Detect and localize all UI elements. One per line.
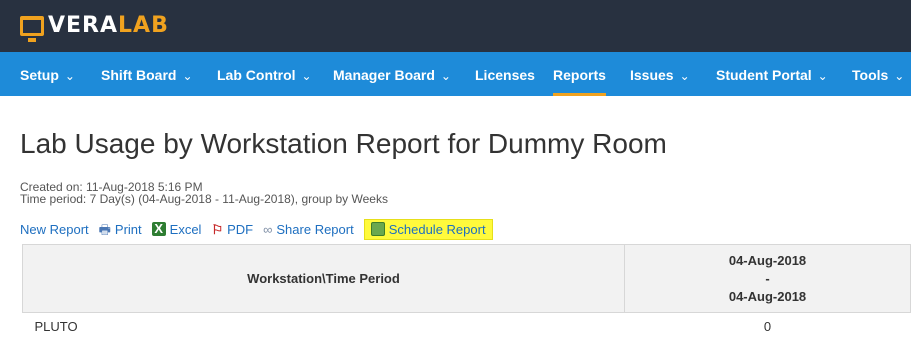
period-start: 04-Aug-2018 xyxy=(728,252,807,268)
excel-icon: X xyxy=(151,222,166,236)
chevron-down-icon: ⌄ xyxy=(440,69,451,83)
share-report-link[interactable]: ∞ Share Report xyxy=(263,222,354,237)
nav-student-portal[interactable]: Student Portal ⌄ xyxy=(716,52,828,96)
period-end: 04-Aug-2018 xyxy=(728,288,807,304)
nav-issues[interactable]: Issues ⌄ xyxy=(630,52,690,96)
logo-text-vera: VERA xyxy=(48,13,119,38)
nav-shift-board[interactable]: Shift Board ⌄ xyxy=(101,52,193,96)
pdf-icon: ⚐ xyxy=(211,221,224,237)
nav-setup-label: Setup xyxy=(20,67,59,83)
nav-lab-control[interactable]: Lab Control ⌄ xyxy=(217,52,312,96)
page-title: Lab Usage by Workstation Report for Dumm… xyxy=(20,128,667,159)
nav-licenses-label: Licenses xyxy=(475,67,535,83)
printer-icon: 🖶 xyxy=(98,221,111,237)
nav-tools-label: Tools xyxy=(852,67,889,83)
nav-reports-label: Reports xyxy=(553,67,606,83)
nav-issues-label: Issues xyxy=(630,67,674,83)
usage-value-cell: 0 xyxy=(624,312,911,338)
logo-text: VERALAB xyxy=(48,13,169,38)
chevron-down-icon: ⌄ xyxy=(182,69,193,83)
excel-link[interactable]: X Excel xyxy=(151,221,202,237)
new-report-label: New Report xyxy=(20,221,89,237)
schedule-report-label: Schedule Report xyxy=(388,221,486,237)
pdf-label: PDF xyxy=(227,221,254,237)
column-header-workstation[interactable]: Workstation\Time Period xyxy=(22,244,625,313)
workstation-cell: PLUTO xyxy=(22,312,625,338)
period-separator: - xyxy=(765,270,770,286)
nav-setup[interactable]: Setup ⌄ xyxy=(20,52,75,96)
nav-tools[interactable]: Tools ⌄ xyxy=(852,52,904,96)
nav-shift-board-label: Shift Board xyxy=(101,67,177,83)
nav-manager-board[interactable]: Manager Board ⌄ xyxy=(333,52,451,96)
top-header: VERALAB xyxy=(0,0,911,52)
nav-manager-board-label: Manager Board xyxy=(333,67,435,83)
report-time-period: Time period: 7 Day(s) (04-Aug-2018 - 11-… xyxy=(20,192,388,206)
report-actions: New Report 🖶 Print X Excel ⚐ PDF ∞ Share Rep… xyxy=(20,218,493,240)
excel-label: Excel xyxy=(169,221,202,237)
main-nav: Setup ⌄ Shift Board ⌄ Lab Control ⌄ Manager… xyxy=(0,52,911,96)
share-report-label: Share Report xyxy=(276,221,354,237)
column-header-period[interactable]: 04-Aug-2018 - 04-Aug-2018 xyxy=(624,244,911,313)
logo-text-lab: LAB xyxy=(118,13,169,38)
table-row: PLUTO 0 xyxy=(22,312,911,338)
veralab-logo[interactable]: VERALAB xyxy=(20,13,169,42)
new-report-link[interactable]: New Report xyxy=(20,222,89,237)
nav-reports[interactable]: Reports xyxy=(553,52,606,96)
pdf-link[interactable]: ⚐ PDF xyxy=(211,222,253,237)
chevron-down-icon: ⌄ xyxy=(679,69,690,83)
monitor-logo-icon xyxy=(20,15,44,42)
table-header-row: Workstation\Time Period 04-Aug-2018 - 04… xyxy=(22,244,911,313)
chevron-down-icon: ⌄ xyxy=(894,69,905,83)
nav-student-portal-label: Student Portal xyxy=(716,67,812,83)
schedule-calendar-icon xyxy=(370,222,385,236)
chevron-down-icon: ⌄ xyxy=(817,69,828,83)
chevron-down-icon: ⌄ xyxy=(64,69,75,83)
nav-licenses[interactable]: Licenses xyxy=(475,52,535,96)
print-label: Print xyxy=(114,221,142,237)
chevron-down-icon: ⌄ xyxy=(301,69,312,83)
schedule-report-link[interactable]: Schedule Report xyxy=(363,218,493,240)
usage-table: Workstation\Time Period 04-Aug-2018 - 04… xyxy=(22,244,911,338)
nav-lab-control-label: Lab Control xyxy=(217,67,296,83)
link-icon: ∞ xyxy=(263,221,273,237)
print-link[interactable]: 🖶 Print xyxy=(99,222,142,237)
